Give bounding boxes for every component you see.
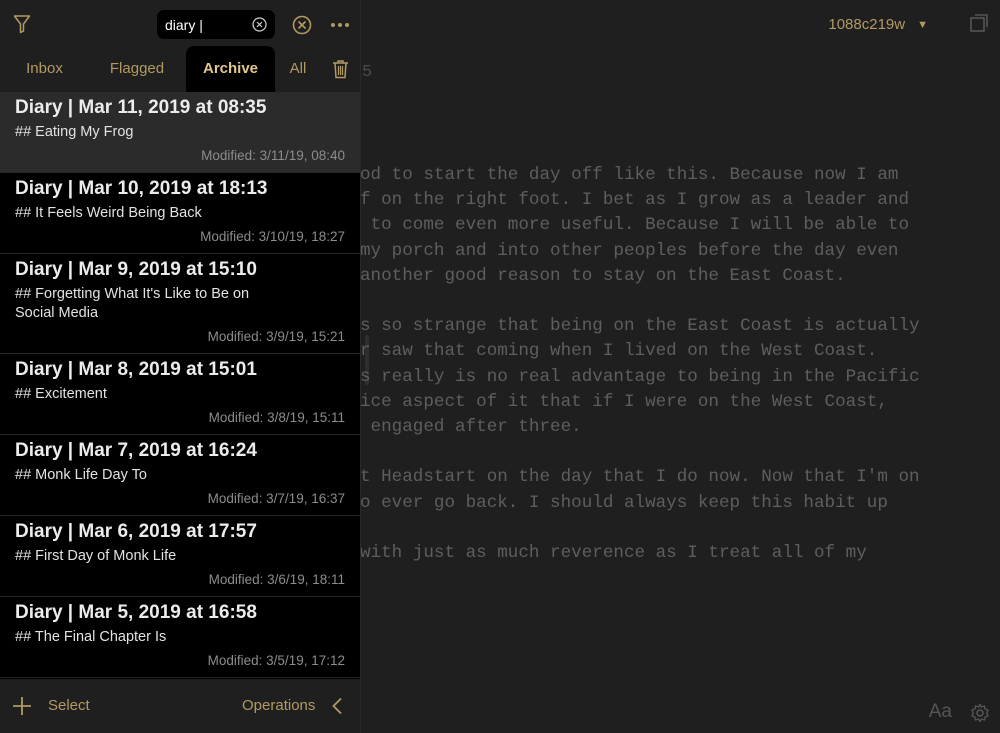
editor-line: with just as much reverence as I treat a… bbox=[360, 543, 867, 563]
editor-line: s really is no real advantage to being i… bbox=[360, 366, 920, 387]
editor-topbar: 1088c219w ▼ bbox=[360, 0, 1000, 50]
search-input[interactable] bbox=[165, 16, 245, 33]
note-id-dropdown[interactable]: 1088c219w ▼ bbox=[828, 16, 928, 33]
list-item[interactable]: Diary | Mar 9, 2019 at 15:10 ## Forgetti… bbox=[0, 254, 360, 354]
editor-pane[interactable]: 1088c219w ▼ 5 od to start the day off li… bbox=[360, 0, 1000, 733]
select-button[interactable]: Select bbox=[48, 697, 90, 714]
list-item[interactable]: Diary | Mar 8, 2019 at 15:01 ## Exciteme… bbox=[0, 354, 360, 435]
note-modified: Modified: 3/10/19, 18:27 bbox=[200, 229, 345, 244]
editor-line: ice aspect of it that if I were on the W… bbox=[360, 391, 888, 412]
tab-bar: Inbox Flagged Archive All bbox=[0, 46, 360, 92]
notes-list[interactable]: Diary | Mar 11, 2019 at 08:35 ## Eating … bbox=[0, 92, 360, 679]
editor-line: engaged after three. bbox=[360, 417, 582, 437]
sidebar-header: Inbox Flagged Archive All bbox=[0, 0, 360, 92]
note-excerpt: ## Monk Life Day To bbox=[15, 467, 147, 483]
editor-line: another good reason to stay on the East … bbox=[360, 265, 846, 286]
note-modified: Modified: 3/9/19, 15:21 bbox=[207, 329, 345, 344]
operations-button[interactable]: Operations bbox=[242, 697, 315, 714]
editor-faded-text: 5 bbox=[362, 63, 373, 82]
note-title: Diary | Mar 8, 2019 at 15:01 bbox=[15, 359, 257, 380]
editor-line: s so strange that being on the East Coas… bbox=[360, 316, 920, 337]
list-item[interactable]: Diary | Mar 5, 2019 at 16:58 ## The Fina… bbox=[0, 597, 360, 678]
gear-icon[interactable] bbox=[970, 703, 990, 723]
trash-icon[interactable] bbox=[332, 59, 349, 79]
editor-line: t Headstart on the day that I do now. No… bbox=[360, 467, 920, 488]
chevron-left-icon[interactable] bbox=[331, 697, 343, 715]
note-excerpt: ## First Day of Monk Life bbox=[15, 548, 177, 564]
caret-down-icon: ▼ bbox=[917, 18, 928, 31]
note-title: Diary | Mar 9, 2019 at 15:10 bbox=[15, 259, 257, 280]
more-icon[interactable] bbox=[331, 23, 349, 27]
note-title: Diary | Mar 10, 2019 at 18:13 bbox=[15, 178, 268, 199]
filter-icon[interactable] bbox=[13, 14, 31, 34]
note-modified: Modified: 3/6/19, 18:11 bbox=[208, 572, 345, 587]
tab-flagged[interactable]: Flagged bbox=[96, 46, 178, 92]
editor-line: r saw that coming when I lived on the We… bbox=[360, 341, 878, 362]
plus-icon[interactable] bbox=[12, 696, 32, 716]
editor-line: to come even more useful. Because I will… bbox=[360, 215, 910, 236]
note-title: Diary | Mar 6, 2019 at 17:57 bbox=[15, 521, 257, 542]
editor-line: od to start the day off like this. Becau… bbox=[360, 165, 899, 185]
note-title: Diary | Mar 11, 2019 at 08:35 bbox=[15, 97, 267, 118]
copy-icon[interactable] bbox=[970, 14, 988, 32]
editor-line: o ever go back. I should always keep thi… bbox=[360, 492, 888, 513]
tab-inbox[interactable]: Inbox bbox=[7, 46, 82, 92]
sidebar-bottom-bar: Select Operations bbox=[0, 679, 360, 733]
note-title: Diary | Mar 7, 2019 at 16:24 bbox=[15, 440, 257, 461]
editor-line: my porch and into other peoples before t… bbox=[360, 240, 899, 261]
list-item[interactable]: Diary | Mar 10, 2019 at 18:13 ## It Feel… bbox=[0, 173, 360, 254]
list-item[interactable]: Diary | Mar 6, 2019 at 17:57 ## First Da… bbox=[0, 516, 360, 597]
search-field[interactable] bbox=[157, 10, 275, 39]
note-modified: Modified: 3/5/19, 17:12 bbox=[207, 653, 345, 668]
note-excerpt: ## It Feels Weird Being Back bbox=[15, 205, 202, 221]
cancel-circle-icon[interactable] bbox=[292, 15, 312, 35]
list-item[interactable]: Diary | Mar 11, 2019 at 08:35 ## Eating … bbox=[0, 92, 360, 173]
clear-icon[interactable] bbox=[252, 17, 267, 32]
notes-sidebar: Inbox Flagged Archive All Diary | Mar 11… bbox=[0, 0, 361, 733]
note-modified: Modified: 3/7/19, 16:37 bbox=[207, 491, 345, 506]
note-id-label: 1088c219w bbox=[828, 16, 906, 33]
editor-line: f on the right foot. I bet as I grow as … bbox=[360, 190, 910, 211]
note-excerpt: ## Forgetting What It's Like to Be on So… bbox=[15, 286, 250, 321]
note-excerpt: ## The Final Chapter Is bbox=[15, 629, 167, 645]
tab-archive[interactable]: Archive bbox=[186, 46, 275, 92]
note-modified: Modified: 3/8/19, 15:11 bbox=[208, 410, 345, 425]
tab-all[interactable]: All bbox=[282, 46, 314, 92]
font-size-button[interactable]: Aa bbox=[929, 701, 952, 723]
list-item[interactable]: Diary | Mar 7, 2019 at 16:24 ## Monk Lif… bbox=[0, 435, 360, 516]
note-excerpt: ## Eating My Frog bbox=[15, 124, 134, 140]
note-excerpt: ## Excitement bbox=[15, 386, 107, 402]
note-modified: Modified: 3/11/19, 08:40 bbox=[201, 148, 345, 163]
note-title: Diary | Mar 5, 2019 at 16:58 bbox=[15, 602, 257, 623]
